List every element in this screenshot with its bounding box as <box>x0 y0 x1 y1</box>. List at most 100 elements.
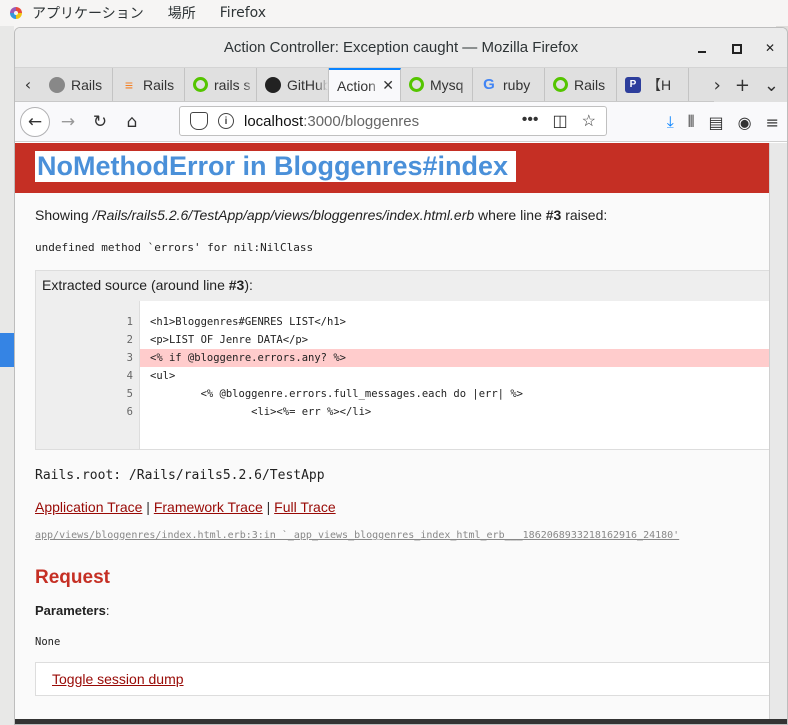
error-message: undefined method `errors' for nil:NilCla… <box>35 241 314 254</box>
application-trace-link[interactable]: Application Trace <box>35 499 142 515</box>
tab-tools: › + ⌄ <box>713 68 787 102</box>
maximize-button[interactable] <box>729 41 743 55</box>
site-info-icon[interactable]: i <box>218 113 234 129</box>
google-icon: G <box>483 76 495 93</box>
showing-path: /Rails/rails5.2.6/TestApp/app/views/blog… <box>92 207 475 223</box>
navigation-toolbar: ← → ↻ ⌂ i localhost :3000/bloggenres •••… <box>15 102 787 142</box>
tab-mysql[interactable]: Mysq <box>401 68 473 101</box>
minimize-button[interactable] <box>695 41 709 55</box>
tab-rails-1[interactable]: Rails <box>41 68 113 101</box>
tab-rails-s[interactable]: rails s <box>185 68 257 101</box>
page-content: NoMethodError in Bloggenres#index Showin… <box>15 143 771 724</box>
showing-mid: where line <box>474 207 546 223</box>
trace-links: Application Trace | Framework Trace | Fu… <box>15 499 771 515</box>
applications-menu[interactable]: アプリケーション <box>32 3 144 23</box>
list-all-tabs-icon[interactable]: ⌄ <box>764 75 779 96</box>
close-tab-icon[interactable]: ✕ <box>382 77 394 94</box>
home-button[interactable]: ⌂ <box>118 112 146 132</box>
qiita-icon <box>553 77 568 92</box>
desktop-background-left <box>0 26 14 725</box>
code-line: <li><%= err %></li> <box>150 406 372 418</box>
page-actions-icon[interactable]: ••• <box>522 111 539 131</box>
code-line-highlighted: <% if @bloggenre.errors.any? %> <box>140 349 771 367</box>
line-numbers: 1 2 3 4 5 6 <box>36 301 140 449</box>
tracking-protection-icon[interactable] <box>190 112 208 130</box>
window-titlebar[interactable]: Action Controller: Exception caught — Mo… <box>15 28 787 68</box>
tab-label: Rails <box>143 76 175 93</box>
window-title: Action Controller: Exception caught — Mo… <box>223 39 579 56</box>
trace-separator: | <box>262 499 275 515</box>
code-line: <h1>Bloggenres#GENRES LIST</h1> <box>150 316 346 328</box>
parameters-value: None <box>35 636 61 648</box>
downloads-icon[interactable]: ⤓ <box>667 112 674 132</box>
url-path: :3000/bloggenres <box>303 112 420 130</box>
showing-prefix: Showing <box>35 207 93 223</box>
showing-line-number: #3 <box>545 207 562 223</box>
url-actions: ••• ◫ ☆ <box>522 111 606 131</box>
extracted-line-number: #3 <box>228 277 245 293</box>
tab-action-active[interactable]: Action ✕ <box>329 68 401 101</box>
extracted-source-box: Extracted source (around line #3): 1 2 3… <box>35 270 771 450</box>
tab-ruby[interactable]: G ruby <box>473 68 545 101</box>
back-button[interactable]: ← <box>20 106 50 137</box>
url-bar[interactable]: i localhost :3000/bloggenres ••• ◫ ☆ <box>179 106 607 136</box>
extracted-source-title: Extracted source (around line #3): <box>36 271 771 301</box>
tab-label: Rails <box>574 76 606 93</box>
code-line: <% @bloggenre.errors.full_messages.each … <box>150 388 523 400</box>
rails-root: Rails.root: /Rails/rails5.2.6/TestApp <box>35 468 325 483</box>
toolbar-right: ⤓ ⫴ ▤ ◉ ≡ <box>667 102 779 142</box>
extracted-prefix: Extracted source (around line <box>42 277 229 293</box>
qiita-icon <box>409 77 424 92</box>
tab-rails-3[interactable]: Rails <box>545 68 617 101</box>
tab-h[interactable]: P 【H <box>617 68 689 101</box>
tab-label: Rails <box>71 76 103 93</box>
request-heading: Request <box>35 567 110 588</box>
line-number: 6 <box>126 406 133 418</box>
firefox-app-menu[interactable]: Firefox <box>220 5 266 21</box>
stackoverflow-icon: ≡ <box>124 76 134 93</box>
line-number: 2 <box>126 334 133 346</box>
tab-github[interactable]: GitHub <box>257 68 329 101</box>
bookmark-star-icon[interactable]: ☆ <box>582 111 596 131</box>
trace-line-link[interactable]: app/views/bloggenres/index.html.erb:3:in… <box>15 530 771 541</box>
full-trace-link[interactable]: Full Trace <box>274 499 335 515</box>
parameters-line: Parameters: <box>15 603 771 618</box>
page-scrollbar[interactable] <box>769 143 787 724</box>
activities-icon[interactable] <box>8 5 24 21</box>
account-icon[interactable]: ◉ <box>738 113 752 132</box>
line-number: 3 <box>126 352 133 364</box>
line-number: 5 <box>126 388 133 400</box>
tab-label: Action <box>337 77 376 94</box>
reload-button[interactable]: ↻ <box>86 112 114 132</box>
error-heading: NoMethodError in Bloggenres#index <box>35 151 517 182</box>
parameters-colon: : <box>105 603 110 618</box>
hamburger-menu-icon[interactable]: ≡ <box>766 113 779 132</box>
code-lines: <h1>Bloggenres#GENRES LIST</h1> <p>LIST … <box>140 301 771 449</box>
line-number: 1 <box>126 316 133 328</box>
framework-trace-link[interactable]: Framework Trace <box>154 499 263 515</box>
url-host: localhost <box>244 112 304 130</box>
extracted-suffix: ): <box>244 277 253 293</box>
pocket-icon[interactable]: ◫ <box>553 111 568 131</box>
window-controls: ✕ <box>695 28 777 68</box>
tab-strip: ‹ Rails ≡ Rails rails s GitHub Action ✕ … <box>15 68 787 102</box>
parameters-label: Parameters <box>35 603 106 618</box>
sidebar-icon[interactable]: ▤ <box>709 113 724 132</box>
line-number: 4 <box>126 370 133 382</box>
close-window-button[interactable]: ✕ <box>763 41 777 55</box>
rails-icon <box>49 76 65 93</box>
qiita-icon <box>193 77 208 92</box>
showing-line: Showing /Rails/rails5.2.6/TestApp/app/vi… <box>15 207 771 223</box>
new-tab-icon[interactable]: + <box>735 75 750 96</box>
tab-label: Mysq <box>430 76 464 93</box>
code-area: 1 2 3 4 5 6 <h1>Bloggenres#GENRES LIST</… <box>36 301 771 449</box>
tab-scroll-left-button[interactable]: ‹ <box>15 68 41 101</box>
library-icon[interactable]: ⫴ <box>688 112 695 132</box>
places-menu[interactable]: 場所 <box>168 3 196 23</box>
tab-scroll-right-icon[interactable]: › <box>714 75 721 96</box>
github-icon <box>265 76 281 93</box>
forward-button[interactable]: → <box>54 112 82 132</box>
toggle-session-dump-link[interactable]: Toggle session dump <box>52 671 184 687</box>
tab-rails-2[interactable]: ≡ Rails <box>113 68 185 101</box>
pp-icon: P <box>625 76 641 93</box>
